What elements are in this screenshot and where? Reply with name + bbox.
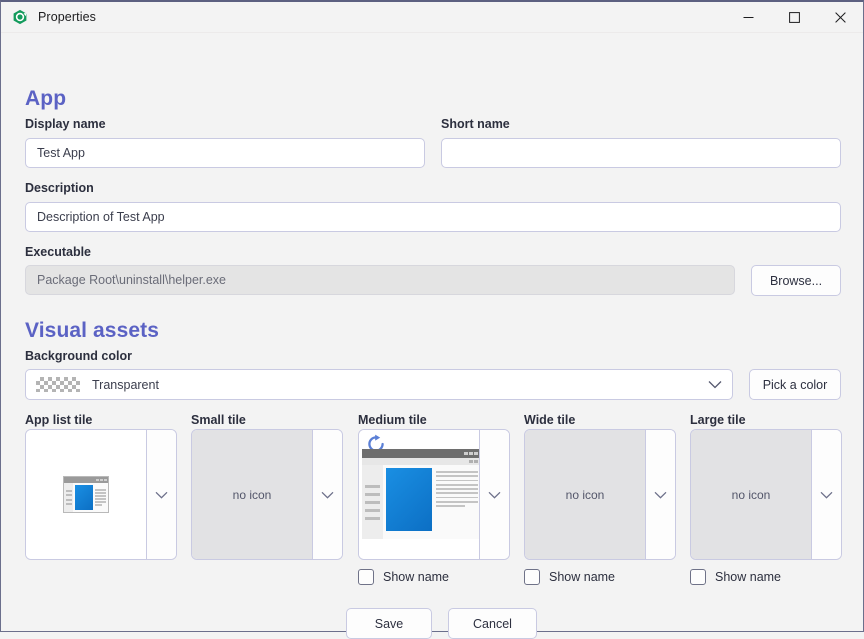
chevron-down-icon	[820, 491, 833, 499]
medium-tile-show-name-checkbox[interactable]: Show name	[358, 569, 449, 585]
executable-label: Executable	[25, 245, 92, 259]
background-color-select[interactable]: Transparent	[25, 369, 733, 400]
display-name-label: Display name	[25, 117, 106, 131]
wide-tile-dropdown[interactable]	[645, 430, 675, 559]
medium-window-thumbnail-icon	[362, 449, 479, 539]
medium-tile-dropdown[interactable]	[479, 430, 509, 559]
wide-tile-label: Wide tile	[524, 413, 576, 427]
small-tile-placeholder: no icon	[232, 487, 272, 502]
title-bar: Properties	[1, 2, 863, 33]
save-button[interactable]: Save	[346, 608, 432, 639]
background-color-label: Background color	[25, 349, 132, 363]
app-list-tile-label: App list tile	[25, 413, 93, 427]
visual-assets-section-heading: Visual assets	[25, 319, 160, 342]
maximize-icon	[788, 11, 800, 23]
medium-tile-label: Medium tile	[358, 413, 427, 427]
chevron-down-icon	[321, 491, 334, 499]
background-color-value: Transparent	[92, 377, 159, 392]
description-label: Description	[25, 181, 94, 195]
app-list-tile-dropdown[interactable]	[146, 430, 176, 559]
large-tile-dropdown[interactable]	[811, 430, 841, 559]
chevron-down-icon	[654, 491, 667, 499]
app-list-tile-preview	[26, 430, 146, 559]
small-tile-dropdown[interactable]	[312, 430, 342, 559]
pick-a-color-button[interactable]: Pick a color	[749, 369, 841, 400]
executable-input: Package Root\uninstall\helper.exe	[25, 265, 735, 295]
cancel-button[interactable]: Cancel	[448, 608, 537, 639]
checkbox-unchecked-icon	[690, 569, 706, 585]
browse-button[interactable]: Browse...	[751, 265, 841, 296]
window-title: Properties	[38, 10, 96, 24]
medium-tile-preview	[359, 430, 479, 559]
caption-button-group	[725, 2, 863, 33]
app-section-heading: App	[25, 87, 67, 110]
close-button[interactable]	[817, 2, 863, 33]
dialog-content: App Display name Test App Short name Des…	[1, 33, 863, 639]
wide-tile-box[interactable]: no icon	[524, 429, 676, 560]
wide-tile-show-name-checkbox[interactable]: Show name	[524, 569, 615, 585]
wide-tile-show-name-label: Show name	[549, 570, 616, 584]
transparent-checkerboard-swatch	[36, 377, 80, 392]
small-tile-preview: no icon	[192, 430, 312, 559]
chevron-down-icon	[488, 491, 501, 499]
large-tile-show-name-label: Show name	[715, 570, 782, 584]
large-tile-preview: no icon	[691, 430, 811, 559]
short-name-input[interactable]	[441, 138, 841, 168]
large-tile-placeholder: no icon	[731, 487, 771, 502]
checkbox-unchecked-icon	[524, 569, 540, 585]
minimize-icon	[743, 16, 753, 18]
properties-window: Properties App Display name Test App Sho…	[0, 0, 864, 639]
maximize-button[interactable]	[771, 2, 817, 33]
minimize-button[interactable]	[725, 2, 771, 33]
chevron-down-icon	[708, 381, 722, 389]
large-tile-label: Large tile	[690, 413, 746, 427]
medium-tile-box[interactable]	[358, 429, 510, 560]
chevron-down-icon	[155, 491, 168, 499]
small-tile-box[interactable]: no icon	[191, 429, 343, 560]
small-tile-label: Small tile	[191, 413, 246, 427]
wide-tile-preview: no icon	[525, 430, 645, 559]
app-window-thumbnail-icon	[63, 476, 109, 513]
description-input[interactable]: Description of Test App	[25, 202, 841, 232]
short-name-label: Short name	[441, 117, 510, 131]
green-hex-logo-icon	[12, 9, 28, 25]
large-tile-show-name-checkbox[interactable]: Show name	[690, 569, 781, 585]
medium-tile-show-name-label: Show name	[383, 570, 450, 584]
close-icon	[834, 11, 846, 23]
wide-tile-placeholder: no icon	[565, 487, 605, 502]
checkbox-unchecked-icon	[358, 569, 374, 585]
app-list-tile-box[interactable]	[25, 429, 177, 560]
large-tile-box[interactable]: no icon	[690, 429, 842, 560]
display-name-input[interactable]: Test App	[25, 138, 425, 168]
